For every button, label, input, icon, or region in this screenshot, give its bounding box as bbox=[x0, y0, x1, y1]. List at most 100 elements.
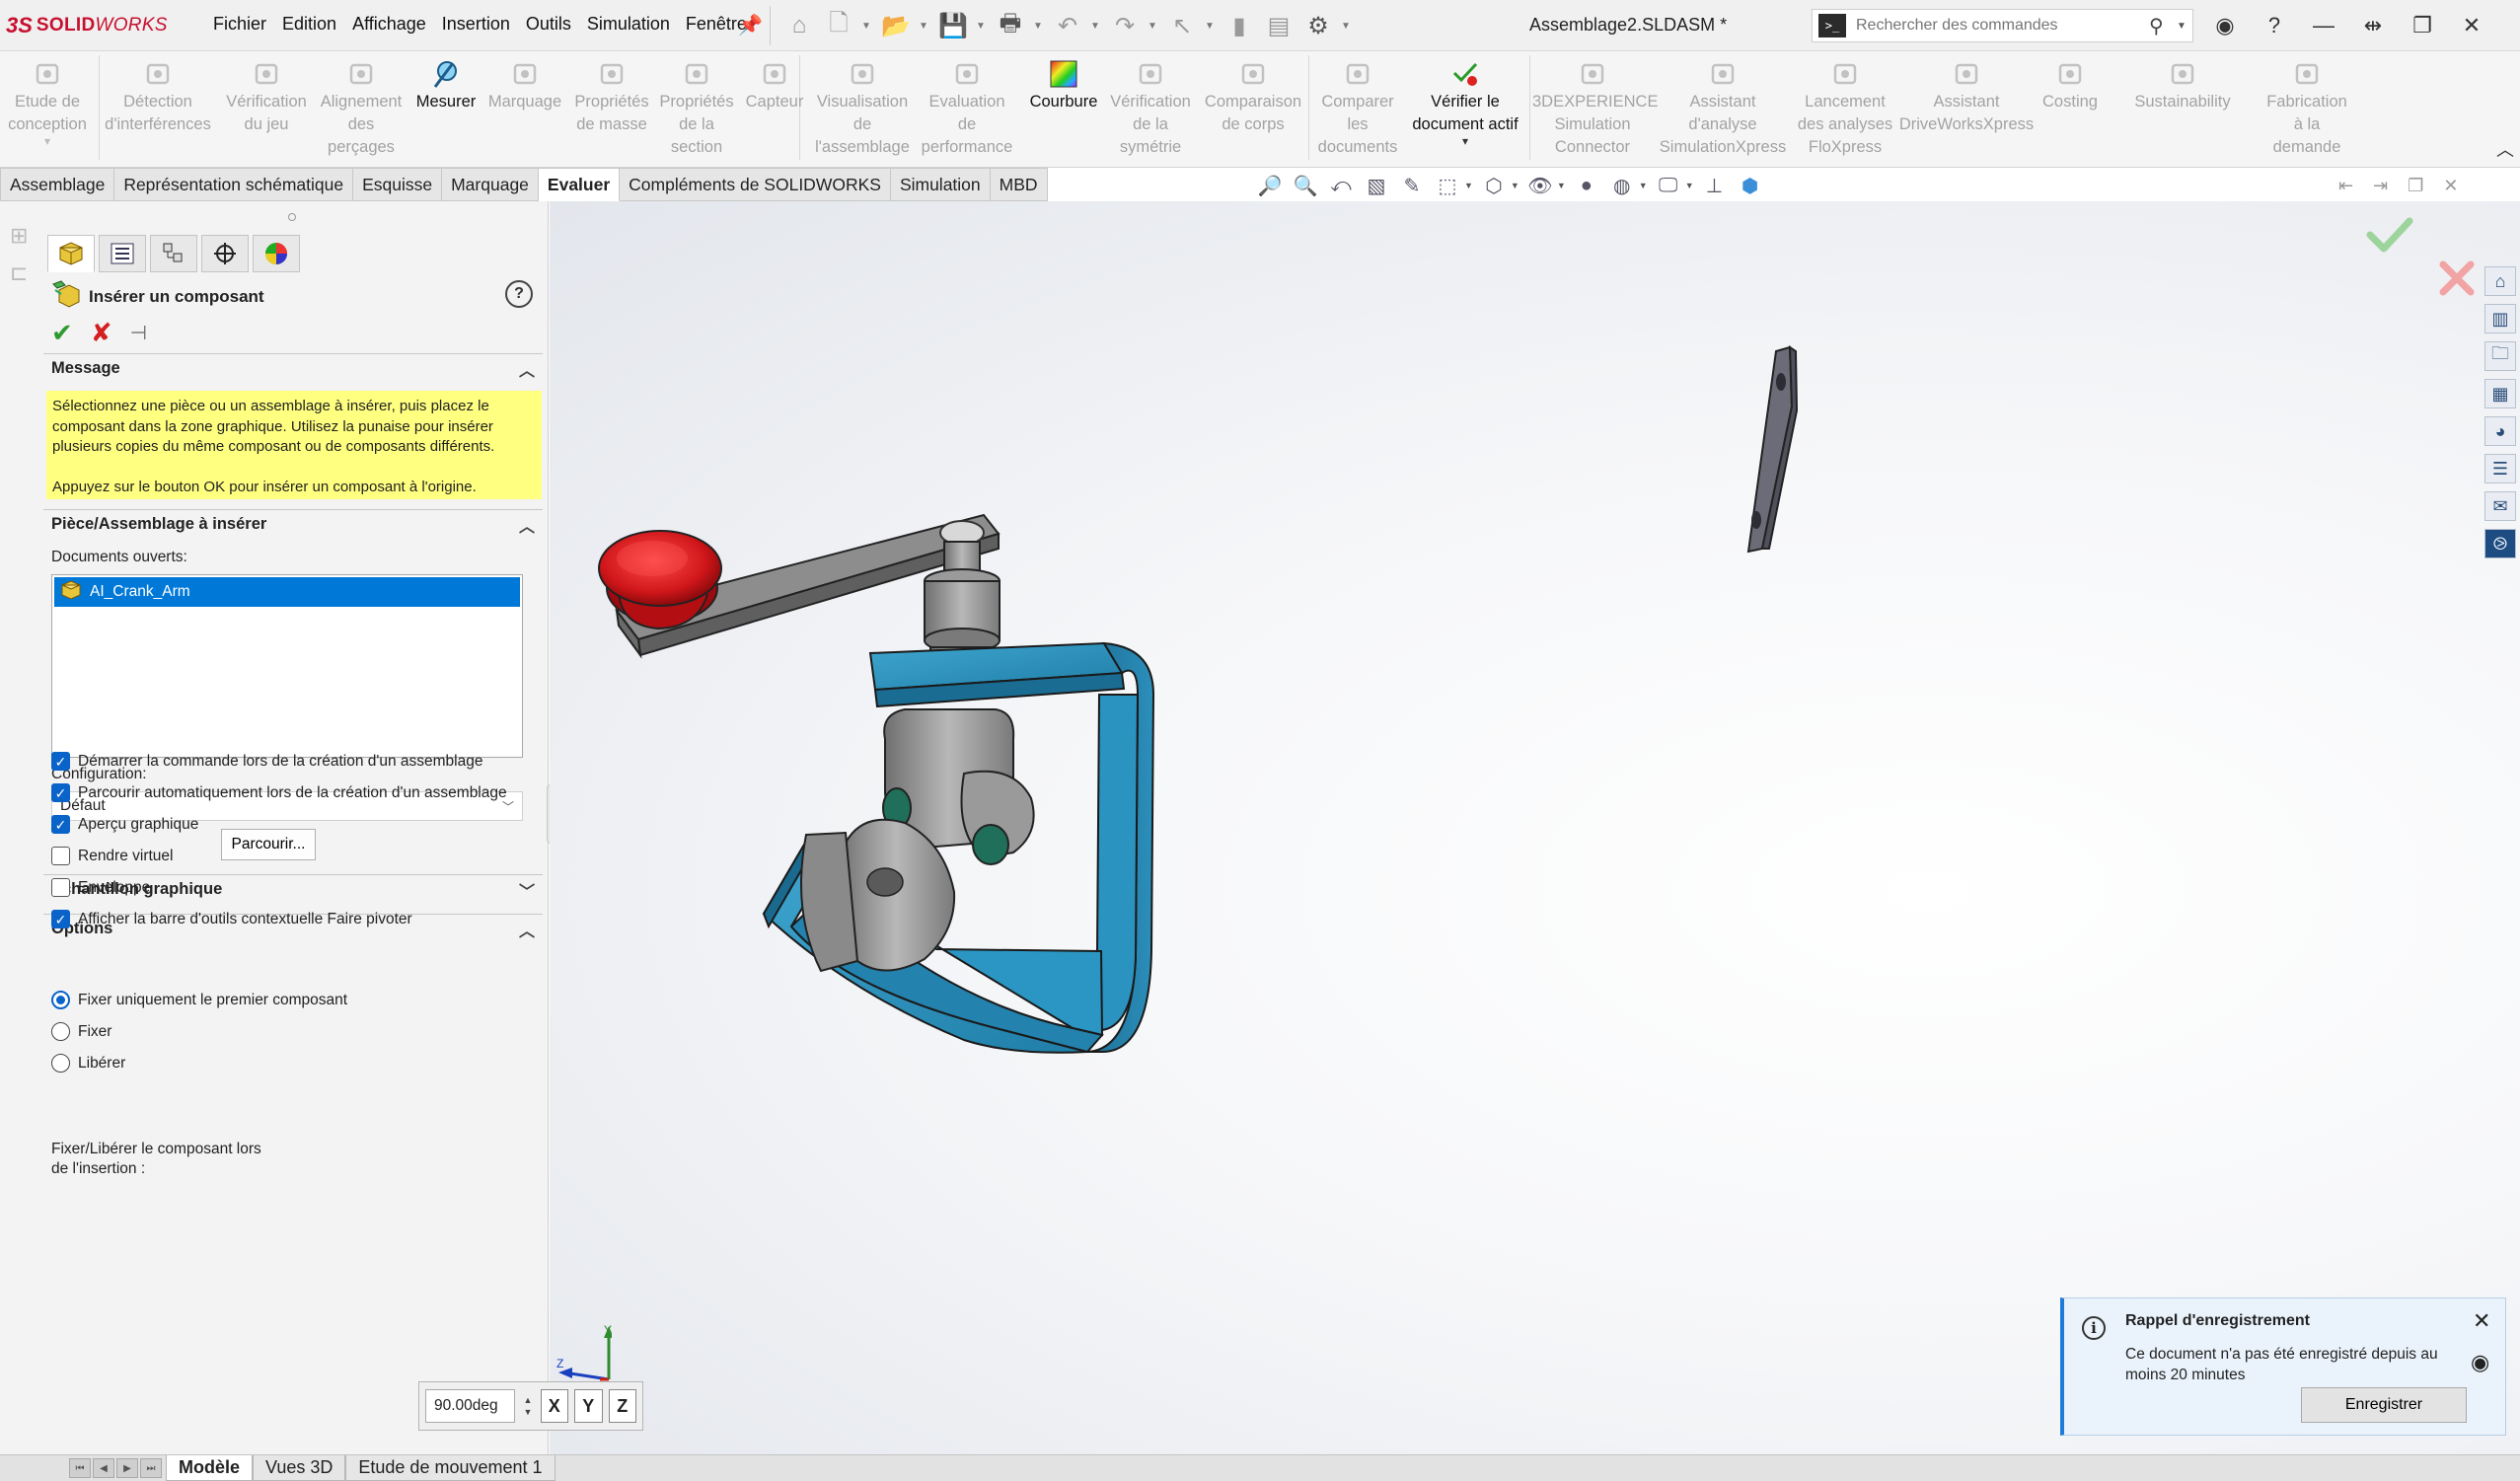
message-section-header[interactable]: Message ︿ bbox=[43, 353, 543, 383]
rotate-x-button[interactable]: X bbox=[540, 1389, 569, 1423]
option-checkbox-row[interactable]: ✓ Parcourir automatiquement lors de la cr… bbox=[51, 783, 507, 802]
tab-vues-3d[interactable]: Vues 3D bbox=[253, 1455, 346, 1481]
flyout-icon[interactable]: ⊏ bbox=[10, 260, 28, 286]
featuremanager-tab-icon[interactable] bbox=[47, 235, 95, 272]
confirmation-cancel-icon[interactable] bbox=[2437, 259, 2477, 303]
ribbon-button-simulationxpress[interactable]: Assistant d'analyse SimulationXpress bbox=[1656, 57, 1790, 159]
radio-option-row[interactable]: Libérer bbox=[51, 1054, 125, 1073]
view-settings-dropdown-icon[interactable]: ▼ bbox=[1685, 181, 1694, 190]
menu-insertion[interactable]: Insertion bbox=[434, 14, 518, 35]
ribbon-button-design-study[interactable]: Etude de conception ▾ bbox=[0, 57, 95, 147]
option-checkbox-row[interactable]: Enveloppe bbox=[51, 878, 150, 897]
view-orientation-icon[interactable]: ⬚ bbox=[1433, 172, 1462, 199]
display-style-icon[interactable]: ⬡ bbox=[1479, 172, 1509, 199]
open-icon[interactable]: 📂 bbox=[879, 9, 913, 42]
display-manager-tab-icon[interactable] bbox=[253, 235, 300, 272]
propertymanager-tab-icon[interactable] bbox=[99, 235, 146, 272]
pin-menu-icon[interactable]: 📌 bbox=[738, 13, 763, 37]
menu-affichage[interactable]: Affichage bbox=[344, 14, 434, 35]
universal-joint-part[interactable] bbox=[800, 708, 1035, 973]
display-style-dropdown-icon[interactable]: ▼ bbox=[1511, 181, 1519, 190]
minimize-button[interactable]: — bbox=[2299, 6, 2348, 45]
file-explorer-icon[interactable]: 🗀 bbox=[2484, 341, 2516, 371]
design-library-icon[interactable]: ▥ bbox=[2484, 304, 2516, 333]
ribbon-button-3dx-simulation[interactable]: 3DEXPERIENCE Simulation Connector bbox=[1532, 57, 1658, 159]
rotate-z-button[interactable]: Z bbox=[608, 1389, 637, 1423]
view-orientation-dropdown-icon[interactable]: ▼ bbox=[1464, 181, 1473, 190]
dropdown-arrow-icon[interactable]: ▾ bbox=[0, 135, 95, 147]
tab-complements[interactable]: Compléments de SOLIDWORKS bbox=[620, 168, 891, 201]
zoom-to-fit-icon[interactable]: 🔎 bbox=[1255, 172, 1285, 199]
redo-icon[interactable]: ↷ bbox=[1108, 9, 1142, 42]
apply-scene-dropdown-icon[interactable]: ▼ bbox=[1639, 181, 1648, 190]
rotate-y-button[interactable]: Y bbox=[574, 1389, 603, 1423]
collapse-chevron-icon[interactable]: ︿ bbox=[519, 513, 535, 537]
new-document-icon[interactable]: 🗋 bbox=[822, 9, 855, 42]
next-tab-arrow-icon[interactable]: ▶ bbox=[116, 1458, 138, 1478]
account-icon[interactable]: ◉ bbox=[2200, 6, 2250, 45]
feature-tree-icon[interactable]: ⊞ bbox=[10, 223, 28, 249]
select-dropdown-icon[interactable]: ▼ bbox=[1205, 21, 1217, 32]
close-button[interactable]: ✕ bbox=[2447, 6, 2496, 45]
save-dropdown-icon[interactable]: ▼ bbox=[976, 21, 988, 32]
ribbon-button-curvature[interactable]: Courbure bbox=[1024, 57, 1103, 113]
ribbon-button-floxpress[interactable]: Lancement des analyses FloXpress bbox=[1791, 57, 1899, 159]
prev-tab-arrow-icon[interactable]: ◀ bbox=[93, 1458, 114, 1478]
confirmation-ok-icon[interactable] bbox=[2366, 215, 2413, 259]
new-dropdown-icon[interactable]: ▼ bbox=[861, 21, 873, 32]
collapse-ribbon-icon[interactable]: ︿ bbox=[2496, 136, 2514, 162]
checkbox[interactable]: ✓ bbox=[51, 752, 70, 771]
ribbon-button-manufacturing[interactable]: Fabrication à la demande bbox=[2258, 57, 2356, 159]
viewport-tile-icon[interactable]: ⇥ bbox=[2373, 176, 2388, 196]
search-dropdown-icon[interactable]: ▼ bbox=[2177, 21, 2192, 32]
solidworks-resources-icon[interactable]: ⌂ bbox=[2484, 266, 2516, 296]
save-button[interactable]: Enregistrer bbox=[2301, 1387, 2467, 1423]
radio-option-row[interactable]: Fixer uniquement le premier composant bbox=[51, 991, 347, 1009]
option-checkbox-row[interactable]: ✓ Démarrer la commande lors de la créatio… bbox=[51, 752, 482, 771]
select-icon[interactable]: ↖ bbox=[1165, 9, 1199, 42]
help-button[interactable]: ? bbox=[505, 280, 533, 308]
open-dropdown-icon[interactable]: ▼ bbox=[919, 21, 930, 32]
maximize-button[interactable]: ❐ bbox=[2398, 6, 2447, 45]
last-tab-arrow-icon[interactable]: ⏭ bbox=[140, 1458, 162, 1478]
ribbon-button-performance[interactable]: Evaluation de performance bbox=[918, 57, 1016, 159]
zoom-to-area-icon[interactable]: 🔍 bbox=[1291, 172, 1320, 199]
ribbon-button-costing[interactable]: Costing bbox=[2031, 57, 2110, 113]
tab-mbd[interactable]: MBD bbox=[990, 168, 1048, 201]
home-icon[interactable]: ⌂ bbox=[782, 9, 816, 42]
menu-fichier[interactable]: Fichier bbox=[205, 14, 274, 35]
tab-representation-schematique[interactable]: Représentation schématique bbox=[114, 168, 354, 201]
ribbon-button-interference[interactable]: Détection d'interférences bbox=[99, 57, 217, 136]
save-icon[interactable]: 💾 bbox=[936, 9, 970, 42]
checkbox[interactable] bbox=[51, 847, 70, 865]
previous-view-icon[interactable]: ⤺ bbox=[1326, 172, 1356, 199]
close-notification-icon[interactable]: ✕ bbox=[2473, 1308, 2490, 1334]
help-icon[interactable]: ? bbox=[2250, 6, 2299, 45]
ribbon-button-measure[interactable]: Mesurer bbox=[411, 57, 481, 113]
ok-checkmark-icon[interactable]: ✔ bbox=[51, 318, 73, 348]
tab-simulation[interactable]: Simulation bbox=[890, 168, 991, 201]
rotation-angle-field[interactable]: 90.00deg bbox=[425, 1389, 516, 1423]
list-item-selected[interactable]: AI_Crank_Arm bbox=[54, 577, 520, 607]
ribbon-button-compare-documents[interactable]: Comparer les documents bbox=[1310, 57, 1405, 159]
option-checkbox-row[interactable]: Rendre virtuel bbox=[51, 847, 174, 865]
ribbon-button-mass-properties[interactable]: Propriétés de masse bbox=[568, 57, 655, 136]
tab-etude-de-mouvement[interactable]: Etude de mouvement 1 bbox=[345, 1455, 556, 1481]
options-dropdown-icon[interactable]: ▼ bbox=[1341, 21, 1353, 32]
configurationmanager-tab-icon[interactable] bbox=[150, 235, 197, 272]
option-checkbox-row[interactable]: ✓ Afficher la barre d'outils contextuelle… bbox=[51, 910, 412, 928]
checkbox[interactable]: ✓ bbox=[51, 783, 70, 802]
hide-show-items-icon[interactable]: 👁 bbox=[1525, 172, 1555, 199]
file-properties-icon[interactable]: ▤ bbox=[1262, 9, 1296, 42]
spinner-down-icon[interactable]: ▼ bbox=[521, 1406, 534, 1418]
browse-button[interactable]: Parcourir... bbox=[221, 829, 316, 860]
3d-view-cube-icon[interactable]: ⬢ bbox=[1736, 172, 1765, 199]
print-icon[interactable]: 🖶 bbox=[994, 9, 1027, 42]
viewport-close-icon[interactable]: ✕ bbox=[2443, 176, 2458, 196]
3dexperience-icon[interactable]: ⧁ bbox=[2484, 529, 2516, 558]
appearances-icon[interactable]: ◕ bbox=[2484, 416, 2516, 446]
collapse-chevron-icon[interactable]: ︿ bbox=[519, 357, 535, 381]
restore-split-button[interactable]: ⇹ bbox=[2348, 6, 2398, 45]
cancel-x-icon[interactable]: ✘ bbox=[91, 318, 112, 348]
search-input[interactable] bbox=[1846, 17, 2149, 35]
